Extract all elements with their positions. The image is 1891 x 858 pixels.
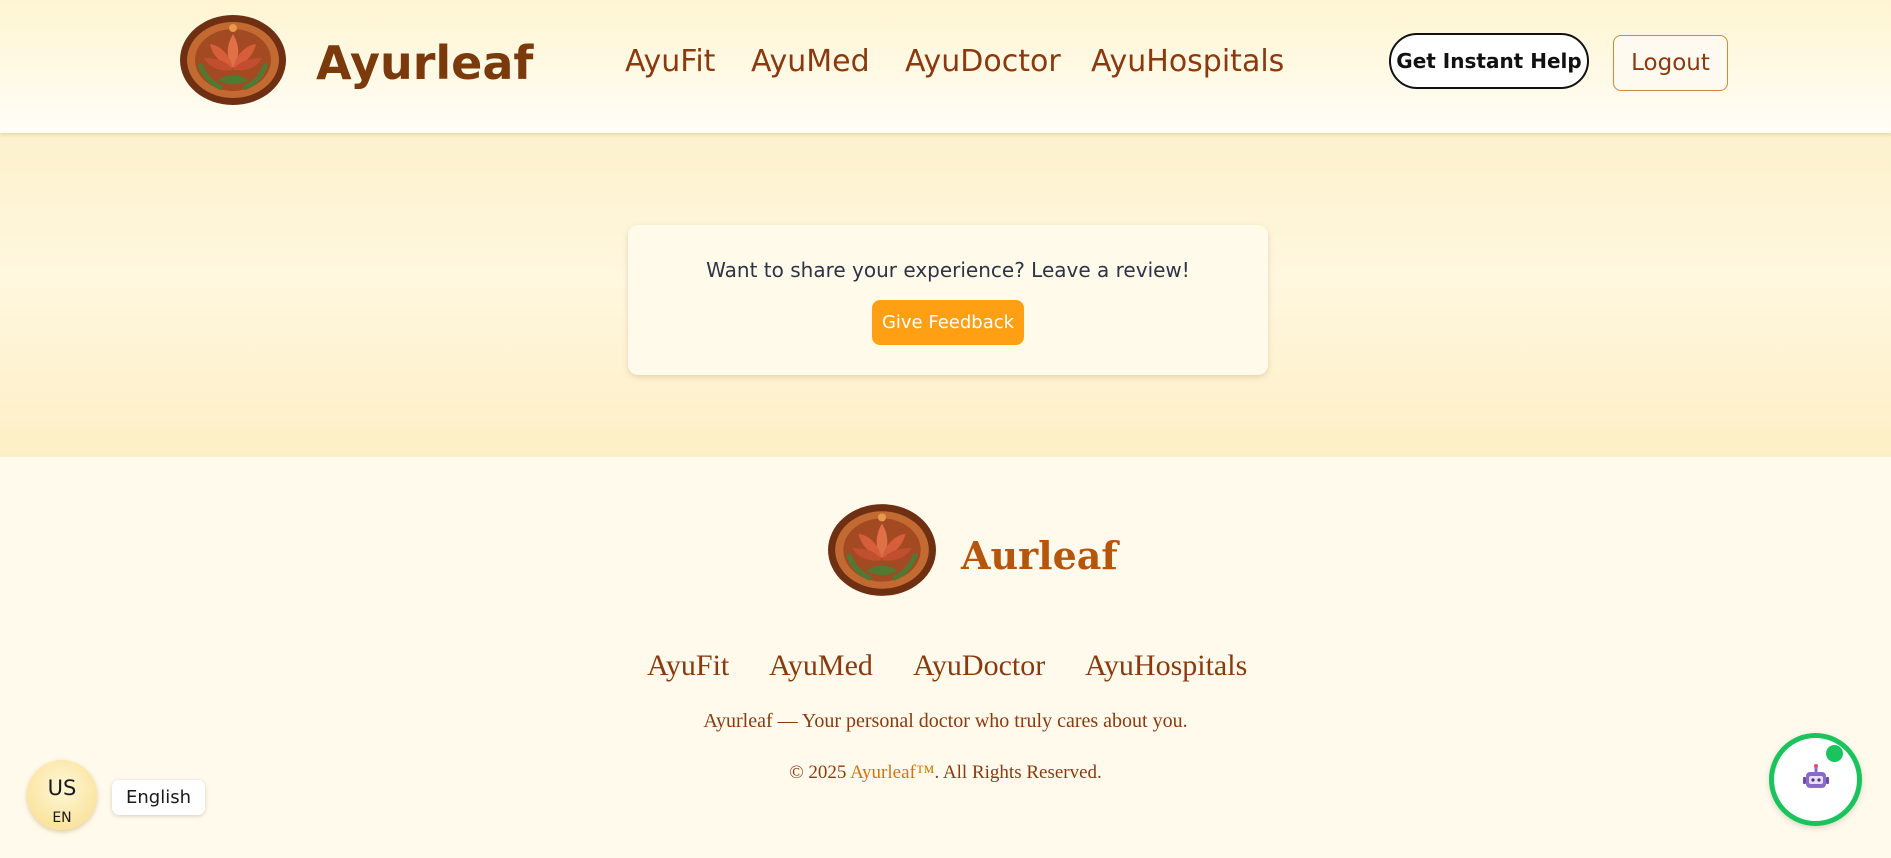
get-instant-help-button[interactable]: Get Instant Help (1389, 33, 1589, 89)
language-label[interactable]: English (112, 780, 205, 815)
lotus-emblem-icon[interactable] (178, 14, 288, 106)
nav-link-ayudoctor[interactable]: AyuDoctor (905, 44, 1061, 79)
nav-link-ayuhospitals[interactable]: AyuHospitals (1091, 44, 1284, 79)
footer-link-ayudoctor[interactable]: AyuDoctor (913, 649, 1045, 683)
footer-tagline: Ayurleaf — Your personal doctor who trul… (703, 710, 1188, 732)
footer-brand-name: Aurleaf (961, 533, 1118, 578)
copyright-prefix: © 2025 (789, 762, 851, 783)
review-card: Want to share your experience? Leave a r… (628, 225, 1268, 375)
footer-link-ayuhospitals[interactable]: AyuHospitals (1085, 649, 1247, 683)
brand-name[interactable]: Ayurleaf (316, 36, 533, 90)
online-status-dot (1826, 745, 1843, 762)
nav-link-ayufit[interactable]: AyuFit (625, 44, 715, 79)
copyright-suffix: . All Rights Reserved. (934, 762, 1102, 783)
nav-link-ayumed[interactable]: AyuMed (751, 44, 870, 79)
copyright-brand: Ayurleaf™ (850, 762, 935, 783)
chatbot-button[interactable] (1769, 733, 1862, 826)
language-selector[interactable]: US EN (27, 760, 97, 830)
robot-icon (1803, 764, 1829, 788)
lotus-emblem-icon (828, 504, 936, 596)
footer-link-ayufit[interactable]: AyuFit (647, 649, 729, 683)
copyright-text: © 2025 Ayurleaf™. All Rights Reserved. (0, 762, 1891, 784)
give-feedback-button[interactable]: Give Feedback (872, 300, 1024, 345)
site-header: Ayurleaf AyuFit AyuMed AyuDoctor AyuHosp… (0, 0, 1891, 133)
site-footer: Aurleaf AyuFit AyuMed AyuDoctor AyuHospi… (0, 457, 1891, 858)
review-prompt: Want to share your experience? Leave a r… (706, 258, 1190, 282)
footer-link-ayumed[interactable]: AyuMed (769, 649, 873, 683)
language-code: EN (52, 810, 72, 826)
logout-button[interactable]: Logout (1613, 35, 1728, 91)
language-country-code: US (47, 776, 77, 800)
